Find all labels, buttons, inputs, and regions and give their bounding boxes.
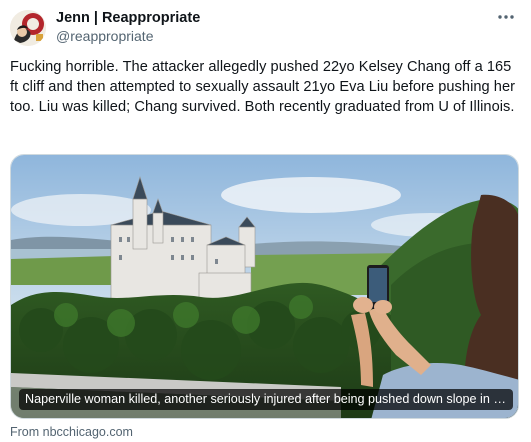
author-handle[interactable]: @reappropriate <box>56 27 491 45</box>
link-card[interactable]: Naperville woman killed, another serious… <box>10 154 519 419</box>
more-options-button[interactable] <box>495 8 517 26</box>
more-horizontal-icon <box>498 15 514 19</box>
avatar[interactable] <box>10 10 46 46</box>
article-image <box>11 155 518 418</box>
tweet: Jenn | Reappropriate @reappropriate Fuck… <box>0 0 531 442</box>
link-card-caption: Naperville woman killed, another serious… <box>19 389 513 410</box>
link-card-source[interactable]: From nbcchicago.com <box>10 424 133 440</box>
tweet-header: Jenn | Reappropriate @reappropriate <box>56 9 491 45</box>
avatar-image <box>10 10 46 46</box>
tweet-text: Fucking horrible. The attacker allegedly… <box>10 59 516 115</box>
author-display-name[interactable]: Jenn | Reappropriate <box>56 9 491 27</box>
